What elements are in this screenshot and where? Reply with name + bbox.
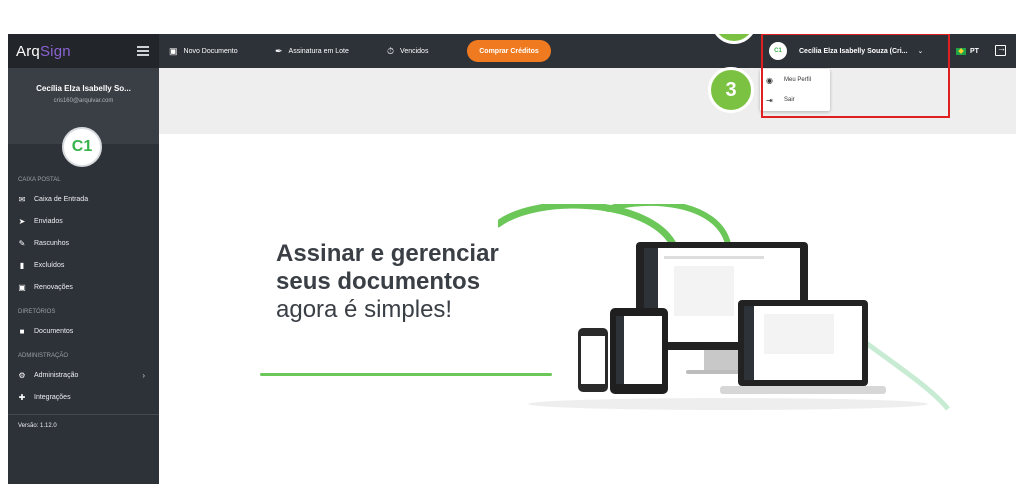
batch-signature-button[interactable]: ✒ Assinatura em Lote [275, 34, 349, 68]
expired-button[interactable]: ⏱ Vencidos [387, 34, 428, 68]
logout-icon[interactable] [995, 43, 1006, 56]
trash-icon: ▮ [19, 260, 25, 270]
sidebar-item-integrations[interactable]: ✚ Integrações [8, 386, 159, 408]
calendar-icon: ▣ [18, 282, 26, 292]
brazil-flag-icon [956, 47, 966, 55]
folder-icon: ■ [19, 326, 25, 336]
sidebar-header: ArqSign [8, 34, 159, 68]
section-title-directories: DIRETÓRIOS [18, 309, 56, 315]
hero-title: Assinar e gerenciar seus documentos agor… [276, 240, 499, 323]
buy-credits-button[interactable]: Comprar Créditos [467, 40, 551, 62]
profile-email: cris160@arquivar.com [53, 98, 114, 104]
hamburger-menu-icon[interactable] [137, 46, 149, 56]
avatar[interactable]: C1 [62, 127, 102, 167]
sidebar-item-sent[interactable]: ➤ Enviados [8, 210, 159, 232]
send-icon: ➤ [18, 216, 26, 226]
version-label: Versão: 1.12.0 [18, 423, 57, 429]
puzzle-icon: ✚ [18, 392, 26, 402]
section-title-administration: ADMINISTRAÇÃO [18, 353, 69, 359]
sidebar-item-renewals[interactable]: ▣ Renovações [8, 276, 159, 298]
sidebar-item-drafts[interactable]: ✎ Rascunhos [8, 232, 159, 254]
app-window: ArqSign Cecília Elza Isabelly So... cris… [8, 34, 1016, 484]
step-badge-3: 3 [708, 67, 754, 113]
chevron-right-icon: › [142, 370, 145, 380]
language-selector[interactable]: PT [956, 34, 979, 68]
app-logo[interactable]: ArqSign [16, 43, 71, 60]
sidebar-item-deleted[interactable]: ▮ Excluídos [8, 254, 159, 276]
sidebar-item-administration[interactable]: ⚙ Administração › [8, 364, 159, 386]
gear-icon: ⚙ [18, 370, 26, 380]
profile-name: Cecília Elza Isabelly So... [36, 84, 131, 93]
sidebar-item-documents[interactable]: ■ Documentos [8, 320, 159, 342]
batch-signature-icon: ✒ [275, 45, 283, 56]
section-title-mailbox: CAIXA POSTAL [18, 177, 61, 183]
new-document-icon: ▣ [169, 45, 178, 56]
new-document-button[interactable]: ▣ Novo Documento [169, 34, 238, 68]
sidebar-item-inbox[interactable]: ✉ Caixa de Entrada [8, 188, 159, 210]
highlight-box [761, 34, 950, 118]
devices-illustration [498, 204, 950, 411]
sidebar: ArqSign Cecília Elza Isabelly So... cris… [8, 34, 159, 484]
sidebar-divider [8, 414, 159, 415]
stopwatch-icon: ⏱ [387, 45, 395, 56]
pencil-icon: ✎ [18, 238, 26, 248]
sidebar-menu: CAIXA POSTAL ✉ Caixa de Entrada ➤ Enviados… [8, 172, 159, 429]
inbox-icon: ✉ [18, 194, 26, 204]
